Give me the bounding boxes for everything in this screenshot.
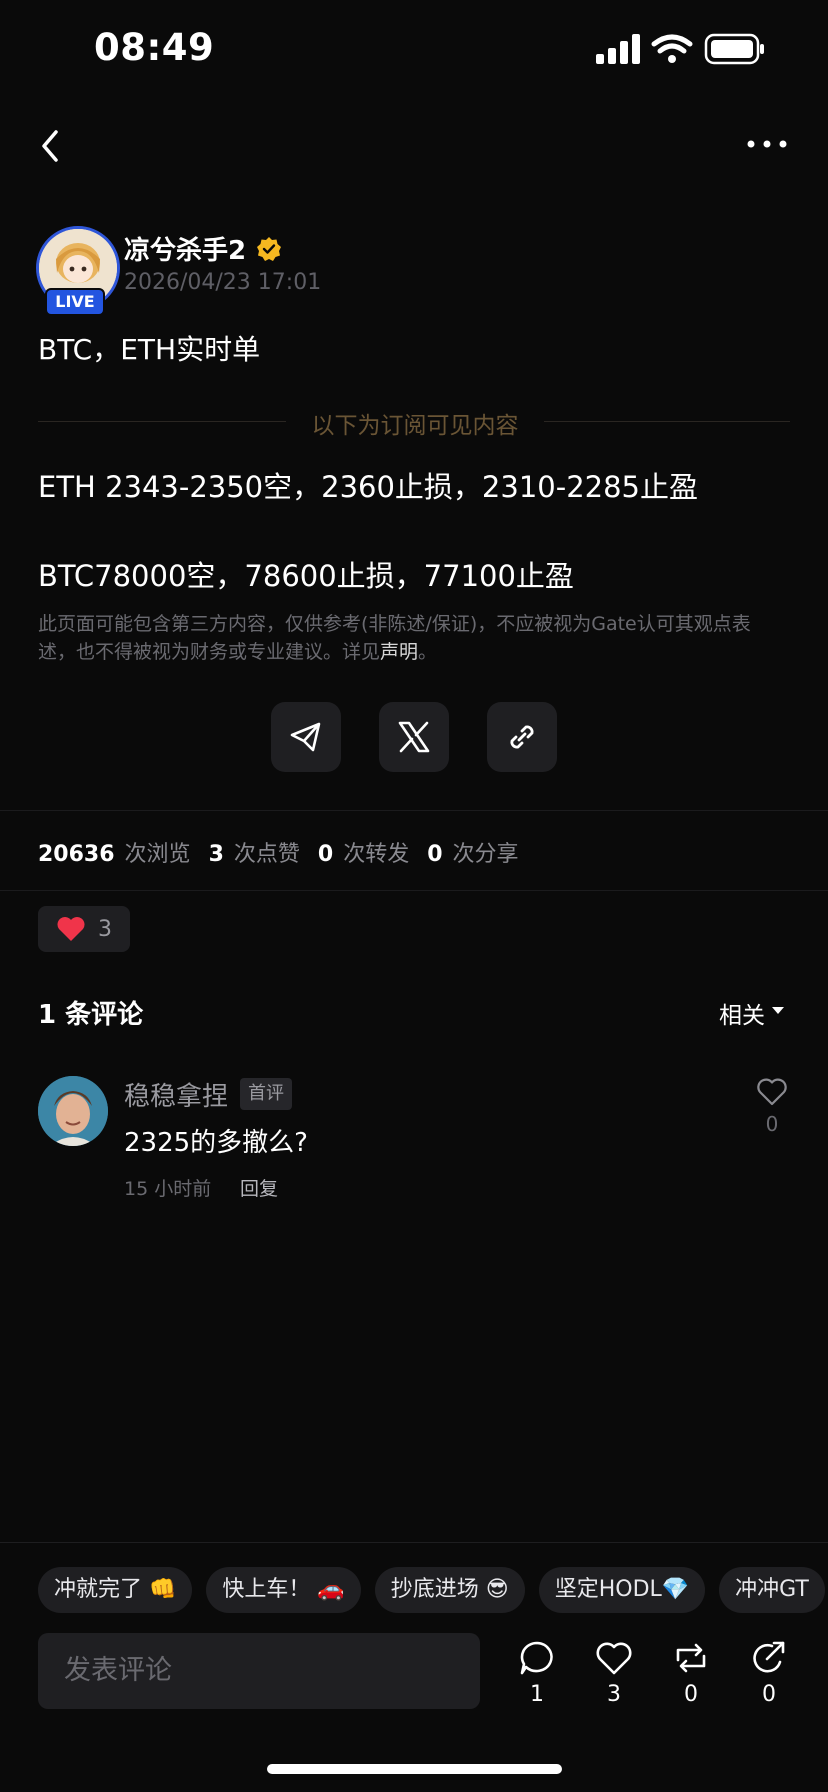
sort-dropdown[interactable]: 相关 xyxy=(719,996,765,1030)
commenter-name[interactable]: 稳稳拿捏 xyxy=(124,1076,228,1113)
quick-reply-chips: 冲就完了 👊 快上车！ 🚗 抄底进场 😎 坚定HODL💎 冲冲GT xyxy=(38,1567,828,1615)
likes-count: 3 xyxy=(208,842,224,867)
like-icon[interactable] xyxy=(595,1640,633,1676)
share-x-button[interactable] xyxy=(379,702,449,772)
like-count: 3 xyxy=(607,1682,621,1707)
battery-icon xyxy=(704,33,764,65)
disclaimer-suffix: 。 xyxy=(418,641,438,663)
quick-reply-chip[interactable]: 抄底进场 😎 xyxy=(374,1567,525,1613)
quick-reply-chip[interactable]: 冲冲GT xyxy=(719,1567,825,1613)
first-comment-badge: 首评 xyxy=(240,1078,292,1110)
heart-reaction-button[interactable]: 3 xyxy=(38,906,130,952)
share-icon[interactable] xyxy=(750,1640,788,1676)
author-name[interactable]: 凉兮杀手2 xyxy=(124,230,246,267)
divider-right xyxy=(544,421,790,422)
post-title: BTC，ETH实时单 xyxy=(38,333,261,366)
comment-input[interactable]: 发表评论 xyxy=(38,1633,480,1709)
status-time: 08:49 xyxy=(94,26,215,69)
post-line-eth: ETH 2343-2350空，2360止损，2310-2285止盈 xyxy=(38,470,699,504)
shares-label: 次分享 xyxy=(452,842,519,867)
disclaimer: 此页面可能包含第三方内容，仅供参考(非陈述/保证)，不应被视为Gate认可其观点… xyxy=(38,610,778,666)
comment-like-icon[interactable] xyxy=(756,1078,788,1106)
link-icon xyxy=(510,725,534,749)
views-label: 次浏览 xyxy=(124,842,191,867)
comment-time: 15 小时前 xyxy=(124,1178,212,1200)
quick-reply-chip[interactable]: 快上车！ 🚗 xyxy=(206,1567,361,1613)
comment-count: 1 xyxy=(530,1682,544,1707)
comment-like-count: 0 xyxy=(765,1112,779,1136)
separator xyxy=(0,890,828,891)
shares-count: 0 xyxy=(427,842,443,867)
divider-left xyxy=(38,421,286,422)
reposts-label: 次转发 xyxy=(343,842,410,867)
cellular-signal-icon xyxy=(596,34,640,64)
likes-label: 次点赞 xyxy=(233,842,300,867)
repost-icon[interactable] xyxy=(672,1640,710,1676)
copy-link-button[interactable] xyxy=(487,702,557,772)
disclaimer-link[interactable]: 声明 xyxy=(380,641,418,663)
bottom-separator xyxy=(0,1542,828,1543)
post-line-btc: BTC78000空，78600止损，77100止盈 xyxy=(38,559,574,593)
comments-title: 1 条评论 xyxy=(38,1000,144,1030)
share-count: 0 xyxy=(762,1682,776,1707)
quick-reply-chip[interactable]: 坚定HODL💎 xyxy=(538,1567,706,1613)
views-count: 20636 xyxy=(38,842,115,867)
x-logo-icon xyxy=(398,721,430,753)
repost-count: 0 xyxy=(684,1682,698,1707)
share-telegram-button[interactable] xyxy=(271,702,341,772)
commenter-avatar[interactable] xyxy=(38,1076,108,1146)
comment-text: 2325的多撤么? xyxy=(124,1128,308,1158)
wifi-icon xyxy=(651,34,693,54)
reposts-count: 0 xyxy=(317,842,334,867)
heart-icon xyxy=(57,917,85,941)
live-badge: LIVE xyxy=(45,288,105,316)
separator xyxy=(0,810,828,811)
status-icons xyxy=(596,33,764,65)
telegram-icon xyxy=(290,722,321,752)
back-icon[interactable] xyxy=(36,126,66,166)
comment-icon[interactable] xyxy=(518,1640,556,1676)
post-timestamp: 2026/04/23 17:01 xyxy=(124,270,322,295)
home-indicator[interactable] xyxy=(267,1764,562,1774)
quick-reply-chip[interactable]: 冲就完了 👊 xyxy=(38,1567,193,1613)
reaction-count: 3 xyxy=(98,916,112,942)
verified-icon xyxy=(257,237,281,261)
reply-button[interactable]: 回复 xyxy=(240,1174,278,1201)
subscriber-divider-text: 以下为订阅可见内容 xyxy=(311,413,519,439)
more-icon[interactable] xyxy=(746,138,788,150)
caret-down-icon[interactable] xyxy=(772,1007,784,1015)
post-stats: 20636 次浏览 3 次点赞 0 次转发 0 次分享 xyxy=(38,836,537,868)
